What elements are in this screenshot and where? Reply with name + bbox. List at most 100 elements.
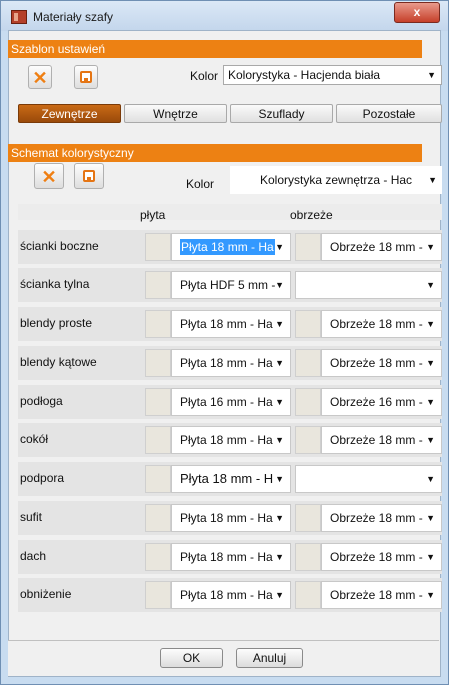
plyta-select[interactable]: Płyta 18 mm - Ha ▼	[171, 504, 291, 532]
obrzeze-select[interactable]: ▼	[295, 271, 442, 299]
save-icon	[83, 170, 95, 182]
row-label: podpora	[20, 471, 65, 485]
plyta-select[interactable]: Płyta 18 mm - H ▼	[171, 465, 291, 493]
obrzeze-select[interactable]: Obrzeże 18 mm - ▼	[321, 233, 442, 261]
template-delete-button[interactable]: ✕	[28, 65, 52, 89]
color-swatch[interactable]	[145, 310, 171, 338]
table-row: blendy proste Płyta 18 mm - Ha ▼ Obrzeże …	[18, 307, 442, 341]
scheme-kolor-select[interactable]: Kolorystyka zewnętrza - Hac ▼	[230, 166, 442, 194]
chevron-down-icon: ▼	[275, 397, 284, 407]
plyta-value: Płyta HDF 5 mm -	[180, 278, 276, 292]
color-swatch[interactable]	[145, 349, 171, 377]
table-row: dach Płyta 18 mm - Ha ▼ Obrzeże 18 mm - ▼	[18, 540, 442, 574]
row-label: dach	[20, 549, 47, 563]
color-swatch[interactable]	[145, 543, 171, 571]
obrzeze-select[interactable]: Obrzeże 18 mm - ▼	[321, 504, 442, 532]
color-swatch[interactable]	[295, 426, 321, 454]
obrzeze-select[interactable]: Obrzeże 18 mm - ▼	[321, 426, 442, 454]
obrzeze-select[interactable]: Obrzeże 18 mm - ▼	[321, 581, 442, 609]
plyta-select[interactable]: Płyta 18 mm - Ha ▼	[171, 426, 291, 454]
plyta-value: Płyta 18 mm - Ha	[180, 239, 275, 255]
chevron-down-icon: ▼	[426, 280, 435, 290]
row-label: blendy proste	[20, 316, 93, 330]
color-swatch[interactable]	[145, 233, 171, 261]
obrzeze-value: Obrzeże 18 mm -	[330, 240, 423, 254]
close-button[interactable]: x	[394, 2, 440, 23]
chevron-down-icon: ▼	[275, 552, 284, 562]
plyta-select[interactable]: Płyta 18 mm - Ha ▼	[171, 233, 291, 261]
chevron-down-icon: ▼	[426, 435, 435, 445]
color-swatch[interactable]	[295, 581, 321, 609]
plyta-select[interactable]: Płyta 18 mm - Ha ▼	[171, 543, 291, 571]
template-kolor-select[interactable]: Kolorystyka - Hacjenda biała ▼	[223, 65, 442, 85]
plyta-value: Płyta 18 mm - Ha	[180, 550, 273, 564]
plyta-value: Płyta 18 mm - Ha	[180, 588, 273, 602]
obrzeze-select[interactable]: Obrzeże 16 mm - ▼	[321, 388, 442, 416]
chevron-down-icon: ▼	[275, 358, 284, 368]
scheme-delete-button[interactable]: ✕	[34, 163, 64, 189]
obrzeze-select[interactable]: ▼	[295, 465, 442, 493]
color-swatch[interactable]	[145, 581, 171, 609]
tab-wnetrze[interactable]: Wnętrze	[124, 104, 227, 123]
col-header-plyta: płyta	[140, 208, 166, 222]
window-title: Materiały szafy	[33, 10, 114, 24]
obrzeze-value: Obrzeże 18 mm -	[330, 511, 423, 525]
color-swatch[interactable]	[295, 543, 321, 571]
chevron-down-icon: ▼	[427, 70, 436, 80]
app-icon	[11, 10, 27, 24]
plyta-select[interactable]: Płyta 18 mm - Ha ▼	[171, 349, 291, 377]
plyta-value: Płyta 18 mm - Ha	[180, 317, 273, 331]
color-swatch[interactable]	[145, 426, 171, 454]
ok-button[interactable]: OK	[160, 648, 223, 668]
delete-x-icon: ✕	[32, 68, 48, 88]
tab-zewnetrze[interactable]: Zewnętrze	[18, 104, 121, 123]
plyta-select[interactable]: Płyta 16 mm - Ha ▼	[171, 388, 291, 416]
table-row: obniżenie Płyta 18 mm - Ha ▼ Obrzeże 18 m…	[18, 578, 442, 612]
chevron-down-icon: ▼	[275, 319, 284, 329]
plyta-value: Płyta 18 mm - Ha	[180, 356, 273, 370]
chevron-down-icon: ▼	[426, 552, 435, 562]
plyta-value: Płyta 18 mm - Ha	[180, 433, 273, 447]
color-swatch[interactable]	[145, 388, 171, 416]
color-swatch[interactable]	[295, 388, 321, 416]
chevron-down-icon: ▼	[426, 242, 435, 252]
template-kolor-value: Kolorystyka - Hacjenda biała	[228, 68, 381, 82]
template-save-button[interactable]	[74, 65, 98, 89]
obrzeze-value: Obrzeże 18 mm -	[330, 356, 423, 370]
table-row: ścianka tylna Płyta HDF 5 mm - ▼ ▼	[18, 268, 442, 302]
chevron-down-icon: ▼	[275, 242, 284, 252]
color-swatch[interactable]	[145, 271, 171, 299]
color-swatch[interactable]	[295, 504, 321, 532]
plyta-select[interactable]: Płyta HDF 5 mm - ▼	[171, 271, 291, 299]
color-swatch[interactable]	[295, 233, 321, 261]
table-row: podłoga Płyta 16 mm - Ha ▼ Obrzeże 16 mm …	[18, 385, 442, 419]
obrzeze-select[interactable]: Obrzeże 18 mm - ▼	[321, 543, 442, 571]
plyta-value: Płyta 18 mm - H	[180, 471, 274, 486]
button-bar	[8, 640, 439, 676]
chevron-down-icon: ▼	[425, 166, 437, 194]
color-swatch[interactable]	[145, 465, 171, 493]
table-row: sufit Płyta 18 mm - Ha ▼ Obrzeże 18 mm - ▼	[18, 501, 442, 535]
scheme-save-button[interactable]	[74, 163, 104, 189]
row-label: obniżenie	[20, 587, 72, 601]
template-section-header: Szablon ustawień	[8, 40, 422, 58]
chevron-down-icon: ▼	[275, 474, 284, 484]
col-header-obrzeze: obrzeże	[290, 208, 333, 222]
color-swatch[interactable]	[295, 310, 321, 338]
obrzeze-value: Obrzeże 18 mm -	[330, 433, 423, 447]
cancel-button[interactable]: Anuluj	[236, 648, 303, 668]
tab-szuflady[interactable]: Szuflady	[230, 104, 333, 123]
row-label: cokół	[20, 432, 49, 446]
tab-pozostale[interactable]: Pozostałe	[336, 104, 442, 123]
color-swatch[interactable]	[145, 504, 171, 532]
table-row: ścianki boczne Płyta 18 mm - Ha ▼ Obrzeże…	[18, 230, 442, 264]
plyta-select[interactable]: Płyta 18 mm - Ha ▼	[171, 581, 291, 609]
obrzeze-select[interactable]: Obrzeże 18 mm - ▼	[321, 349, 442, 377]
color-swatch[interactable]	[295, 349, 321, 377]
delete-x-icon: ✕	[41, 167, 57, 187]
obrzeze-select[interactable]: Obrzeże 18 mm - ▼	[321, 310, 442, 338]
plyta-select[interactable]: Płyta 18 mm - Ha ▼	[171, 310, 291, 338]
chevron-down-icon: ▼	[275, 513, 284, 523]
table-row: podpora Płyta 18 mm - H ▼ ▼	[18, 462, 442, 496]
obrzeze-value: Obrzeże 18 mm -	[330, 550, 423, 564]
